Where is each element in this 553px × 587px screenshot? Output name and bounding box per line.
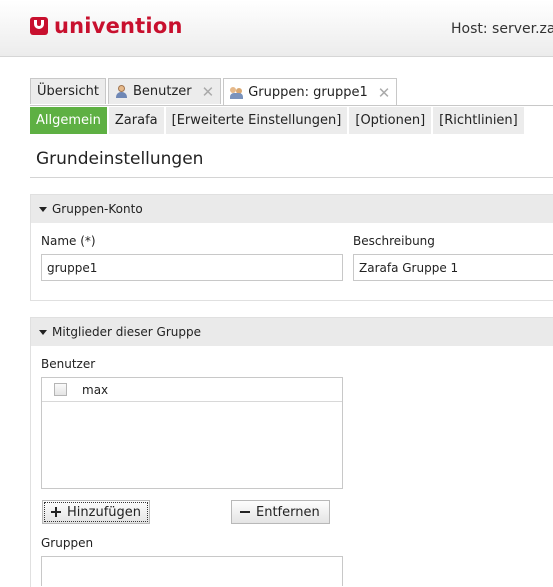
user-name: max: [82, 382, 109, 397]
plus-icon: [51, 507, 61, 517]
module-tabs: Übersicht Benutzer ✕ Gruppen: gruppe1 ✕: [30, 78, 399, 106]
page-title: Grundeinstellungen: [36, 149, 204, 169]
section-group-account: Gruppen-Konto: [30, 194, 553, 301]
user-icon: [115, 85, 128, 98]
tab-label: Benutzer: [132, 84, 192, 99]
brand-name: univention: [54, 14, 183, 38]
tab-group-gruppe1[interactable]: Gruppen: gruppe1 ✕: [223, 78, 398, 106]
univention-logo: univention: [30, 14, 183, 38]
tab-divider: [30, 105, 553, 106]
sub-tabs: Allgemein Zarafa [Erweiterte Einstellung…: [30, 107, 526, 134]
description-label: Beschreibung: [353, 234, 435, 248]
expand-triangle-icon: [39, 329, 47, 335]
groups-list[interactable]: [41, 556, 343, 586]
subtab-options[interactable]: [Optionen]: [349, 107, 432, 134]
users-list[interactable]: max: [41, 377, 343, 489]
section-header-group-members[interactable]: Mitglieder dieser Gruppe: [31, 318, 553, 346]
name-label: Name (*): [41, 234, 96, 248]
subtab-policies[interactable]: [Richtlinien]: [433, 107, 524, 134]
remove-button[interactable]: Entfernen: [231, 500, 330, 524]
host-label: Host: server.za: [451, 21, 553, 37]
minus-icon: [240, 507, 250, 517]
subtab-zarafa[interactable]: Zarafa: [108, 107, 164, 134]
section-header-group-account[interactable]: Gruppen-Konto: [31, 195, 553, 223]
tab-label: Übersicht: [37, 84, 99, 99]
list-item[interactable]: max: [42, 378, 342, 402]
description-field[interactable]: Zarafa Gruppe 1: [353, 254, 553, 281]
close-icon[interactable]: ✕: [202, 83, 215, 101]
tab-overview[interactable]: Übersicht: [30, 78, 106, 104]
univention-logo-icon: [30, 17, 48, 35]
users-label: Benutzer: [41, 357, 96, 371]
subtab-advanced-settings[interactable]: [Erweiterte Einstellungen]: [165, 107, 348, 134]
app-header: univention Host: server.za: [0, 0, 553, 57]
name-field[interactable]: gruppe1: [41, 254, 343, 281]
tab-label: Gruppen: gruppe1: [248, 85, 368, 100]
tab-users[interactable]: Benutzer ✕: [107, 78, 222, 104]
add-button-label: Hinzufügen: [67, 504, 141, 520]
section-title: Mitglieder dieser Gruppe: [52, 325, 201, 339]
groups-label: Gruppen: [41, 536, 94, 550]
row-checkbox[interactable]: [54, 383, 67, 396]
title-divider: [30, 177, 553, 178]
group-icon: [230, 86, 244, 99]
remove-button-label: Entfernen: [256, 504, 320, 520]
close-icon[interactable]: ✕: [378, 84, 391, 102]
add-button[interactable]: Hinzufügen: [42, 500, 150, 524]
subtab-general[interactable]: Allgemein: [30, 107, 107, 134]
section-title: Gruppen-Konto: [52, 202, 143, 216]
expand-triangle-icon: [39, 206, 47, 212]
